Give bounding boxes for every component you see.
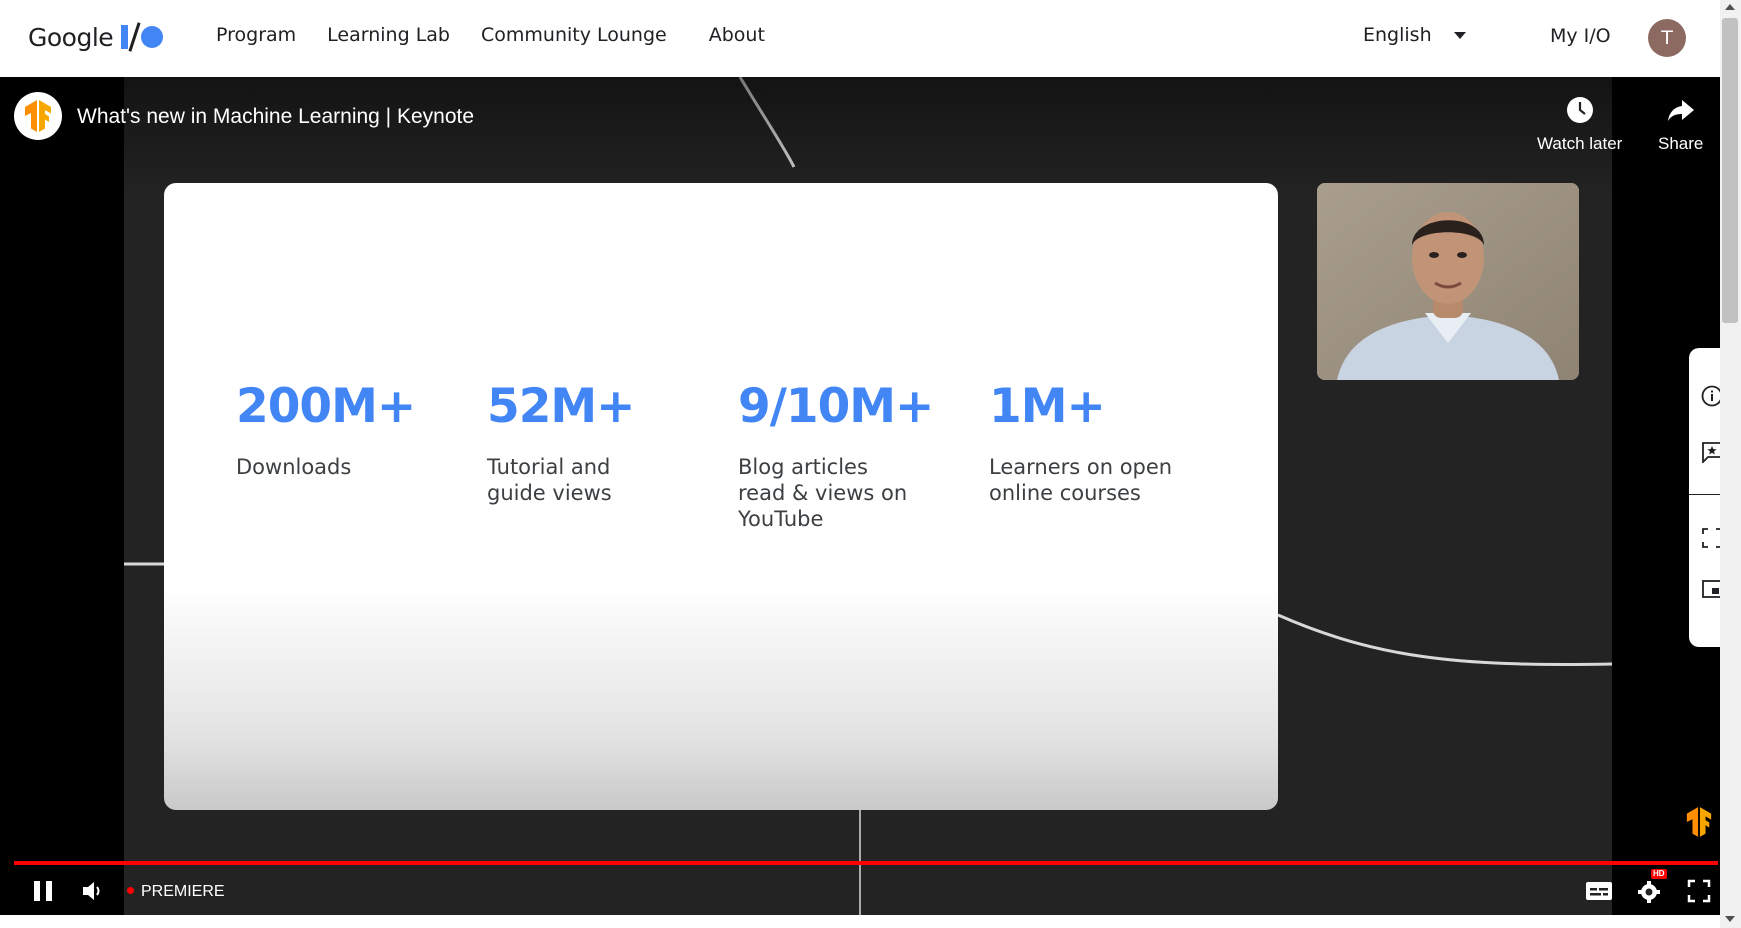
live-indicator-dot	[127, 887, 134, 894]
feedback-icon[interactable]	[1701, 441, 1720, 463]
expand-icon[interactable]	[1701, 527, 1720, 549]
stat-blog-articles: 9/10M+ Blog articles read & views on You…	[738, 379, 958, 532]
tensorflow-channel-icon[interactable]	[14, 92, 62, 140]
picture-in-picture-icon[interactable]	[1701, 578, 1720, 600]
stat-downloads: 200M+ Downloads	[236, 379, 456, 480]
main-nav: Program Learning Lab Community Lounge Ab…	[216, 24, 796, 46]
video-title[interactable]: What's new in Machine Learning | Keynote	[77, 105, 474, 129]
stat-label: Downloads	[236, 455, 352, 479]
stat-label: Learners on open online courses	[989, 455, 1173, 505]
info-icon[interactable]	[1701, 385, 1720, 407]
stat-value: 9/10M+	[738, 379, 934, 434]
side-divider	[1689, 494, 1720, 495]
stat-label: Blog articles read & views on YouTube	[738, 455, 908, 531]
stat-tutorial-views: 52M+ Tutorial and guide views	[487, 379, 707, 506]
speaker-figure	[1317, 183, 1579, 380]
scrollbar-thumb[interactable]	[1722, 18, 1738, 323]
share-button[interactable]: Share	[1658, 95, 1703, 154]
nav-learning-lab[interactable]: Learning Lab	[327, 24, 450, 46]
stat-learners: 1M+ Learners on open online courses	[989, 379, 1209, 506]
player-controls: HD	[0, 865, 1720, 915]
avatar[interactable]: T	[1648, 19, 1686, 57]
stat-value: 200M+	[236, 379, 416, 434]
captions-icon[interactable]	[1585, 881, 1613, 901]
stat-value: 52M+	[487, 379, 636, 434]
hd-badge: HD	[1651, 869, 1667, 879]
site-header: Google Program Learning Lab Community Lo…	[0, 0, 1720, 77]
watch-later-label: Watch later	[1537, 134, 1623, 153]
tensorflow-watermark-icon	[1686, 807, 1712, 837]
language-label: English	[1363, 24, 1432, 46]
stat-value: 1M+	[989, 379, 1106, 434]
gear-icon[interactable]	[1636, 877, 1664, 905]
speaker-video	[1317, 183, 1579, 380]
language-selector[interactable]: English	[1363, 24, 1466, 46]
premiere-label: PREMIERE	[141, 883, 225, 900]
nav-about[interactable]: About	[709, 24, 765, 46]
scroll-up-icon[interactable]	[1725, 4, 1735, 10]
nav-program[interactable]: Program	[216, 24, 296, 46]
page-bottom	[0, 915, 1720, 928]
logo-text: Google	[28, 22, 114, 52]
video-player[interactable]: What's new in Machine Learning | Keynote…	[0, 77, 1720, 915]
share-arrow-icon	[1667, 100, 1694, 121]
watch-later-button[interactable]: Watch later	[1537, 95, 1622, 154]
nav-community-lounge[interactable]: Community Lounge	[481, 24, 667, 46]
google-io-logo[interactable]: Google	[28, 22, 164, 52]
share-label: Share	[1658, 134, 1704, 153]
my-io-link[interactable]: My I/O	[1550, 25, 1611, 47]
fullscreen-icon[interactable]	[1687, 879, 1711, 903]
volume-icon[interactable]	[81, 879, 105, 903]
io-mark-icon	[121, 22, 164, 52]
presentation-slide: 200M+ Downloads 52M+ Tutorial and guide …	[164, 183, 1278, 810]
chevron-down-icon	[1453, 31, 1466, 39]
side-panel	[1689, 348, 1720, 647]
pause-icon[interactable]	[31, 879, 55, 903]
clock-icon	[1566, 97, 1593, 123]
stat-label: Tutorial and guide views	[487, 455, 612, 505]
top-gradient	[0, 77, 1720, 197]
scroll-down-icon[interactable]	[1725, 916, 1735, 922]
